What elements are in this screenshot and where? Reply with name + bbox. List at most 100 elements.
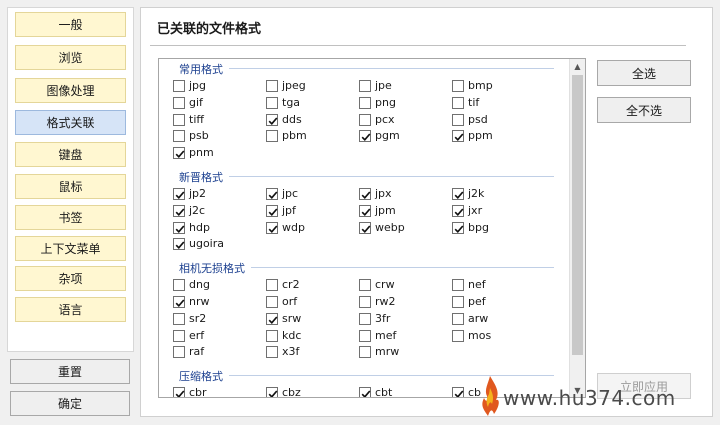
- format-checkbox[interactable]: [452, 113, 464, 126]
- format-checkbox[interactable]: [359, 387, 371, 397]
- format-checkbox[interactable]: [359, 113, 371, 126]
- format-checkbox[interactable]: [359, 296, 371, 308]
- format-label[interactable]: kdc: [282, 329, 301, 342]
- format-label[interactable]: jpg: [189, 79, 206, 92]
- format-checkbox[interactable]: [173, 238, 185, 251]
- select-all-button[interactable]: 全选: [597, 60, 691, 86]
- format-label[interactable]: webp: [375, 221, 405, 234]
- format-label[interactable]: jxr: [468, 204, 482, 217]
- format-checkbox[interactable]: [173, 312, 185, 325]
- format-checkbox[interactable]: [266, 130, 278, 143]
- format-checkbox[interactable]: [266, 346, 278, 359]
- format-label[interactable]: crw: [375, 278, 395, 291]
- format-checkbox[interactable]: [359, 329, 371, 342]
- format-checkbox[interactable]: [359, 279, 371, 292]
- format-label[interactable]: rw2: [375, 295, 396, 308]
- format-checkbox[interactable]: [266, 279, 278, 292]
- sidebar-item-3[interactable]: 格式关联: [15, 110, 126, 135]
- format-label[interactable]: png: [375, 96, 396, 109]
- vertical-scrollbar[interactable]: ▲ ▼: [569, 59, 585, 397]
- format-checkbox[interactable]: [173, 329, 185, 342]
- format-label[interactable]: dng: [189, 278, 210, 291]
- sidebar-item-8[interactable]: 杂项: [15, 266, 126, 291]
- reset-button[interactable]: 重置: [10, 359, 130, 384]
- format-label[interactable]: pnm: [189, 146, 214, 159]
- format-checkbox[interactable]: [266, 312, 278, 325]
- format-checkbox[interactable]: [359, 312, 371, 325]
- format-label[interactable]: tga: [282, 96, 300, 109]
- sidebar-item-6[interactable]: 书签: [15, 205, 126, 230]
- format-checkbox[interactable]: [266, 329, 278, 342]
- format-label[interactable]: raf: [189, 345, 204, 358]
- format-checkbox[interactable]: [359, 188, 371, 200]
- sidebar-item-5[interactable]: 鼠标: [15, 174, 126, 199]
- format-label[interactable]: jp2: [189, 187, 206, 200]
- format-checkbox[interactable]: [173, 80, 185, 92]
- scroll-up-icon[interactable]: ▲: [570, 59, 585, 73]
- format-label[interactable]: mef: [375, 329, 396, 342]
- select-none-button[interactable]: 全不选: [597, 97, 691, 123]
- format-checkbox[interactable]: [266, 96, 278, 109]
- format-label[interactable]: wdp: [282, 221, 305, 234]
- format-label[interactable]: x3f: [282, 345, 299, 358]
- format-label[interactable]: srw: [282, 312, 301, 325]
- format-label[interactable]: j2c: [189, 204, 205, 217]
- format-label[interactable]: mos: [468, 329, 491, 342]
- format-checkbox[interactable]: [173, 204, 185, 217]
- format-checkbox[interactable]: [266, 221, 278, 234]
- ok-button[interactable]: 确定: [10, 391, 130, 416]
- format-checkbox[interactable]: [266, 80, 278, 92]
- format-checkbox[interactable]: [173, 113, 185, 126]
- scrollbar-thumb[interactable]: [572, 75, 583, 355]
- format-label[interactable]: ppm: [468, 129, 493, 142]
- format-checkbox[interactable]: [452, 188, 464, 200]
- format-checkbox[interactable]: [173, 279, 185, 292]
- sidebar-item-0[interactable]: 一般: [15, 12, 126, 37]
- format-checkbox[interactable]: [452, 96, 464, 109]
- format-checkbox[interactable]: [452, 130, 464, 143]
- format-checkbox[interactable]: [173, 147, 185, 160]
- format-label[interactable]: pcx: [375, 113, 395, 126]
- format-checkbox[interactable]: [452, 80, 464, 92]
- format-label[interactable]: nrw: [189, 295, 210, 308]
- format-checkbox[interactable]: [452, 279, 464, 292]
- format-label[interactable]: dds: [282, 113, 302, 126]
- format-label[interactable]: cbz: [282, 386, 301, 397]
- sidebar-item-9[interactable]: 语言: [15, 297, 126, 322]
- sidebar-item-7[interactable]: 上下文菜单: [15, 236, 126, 261]
- format-label[interactable]: 3fr: [375, 312, 390, 325]
- format-checkbox[interactable]: [452, 221, 464, 234]
- format-checkbox[interactable]: [173, 387, 185, 397]
- format-checkbox[interactable]: [452, 387, 464, 397]
- format-label[interactable]: jpf: [282, 204, 296, 217]
- format-checkbox[interactable]: [173, 188, 185, 200]
- format-label[interactable]: jpx: [375, 187, 392, 200]
- format-label[interactable]: ugoira: [189, 237, 224, 250]
- format-checkbox[interactable]: [266, 387, 278, 397]
- format-checkbox[interactable]: [359, 204, 371, 217]
- format-label[interactable]: bpg: [468, 221, 489, 234]
- format-label[interactable]: psb: [189, 129, 209, 142]
- format-checkbox[interactable]: [266, 188, 278, 200]
- format-label[interactable]: sr2: [189, 312, 206, 325]
- format-label[interactable]: orf: [282, 295, 297, 308]
- format-label[interactable]: psd: [468, 113, 488, 126]
- format-label[interactable]: hdp: [189, 221, 210, 234]
- format-label[interactable]: cr2: [282, 278, 300, 291]
- format-label[interactable]: jpeg: [282, 79, 306, 92]
- format-checkbox[interactable]: [452, 204, 464, 217]
- format-label[interactable]: tiff: [189, 113, 204, 126]
- format-checkbox[interactable]: [266, 296, 278, 308]
- format-label[interactable]: nef: [468, 278, 486, 291]
- format-label[interactable]: bmp: [468, 79, 493, 92]
- format-label[interactable]: cbt: [375, 386, 392, 397]
- format-label[interactable]: mrw: [375, 345, 399, 358]
- format-checkbox[interactable]: [359, 96, 371, 109]
- format-label[interactable]: tif: [468, 96, 479, 109]
- format-label[interactable]: arw: [468, 312, 488, 325]
- format-checkbox[interactable]: [173, 346, 185, 359]
- format-checkbox[interactable]: [452, 312, 464, 325]
- format-label[interactable]: gif: [189, 96, 203, 109]
- format-checkbox[interactable]: [359, 80, 371, 92]
- format-label[interactable]: erf: [189, 329, 204, 342]
